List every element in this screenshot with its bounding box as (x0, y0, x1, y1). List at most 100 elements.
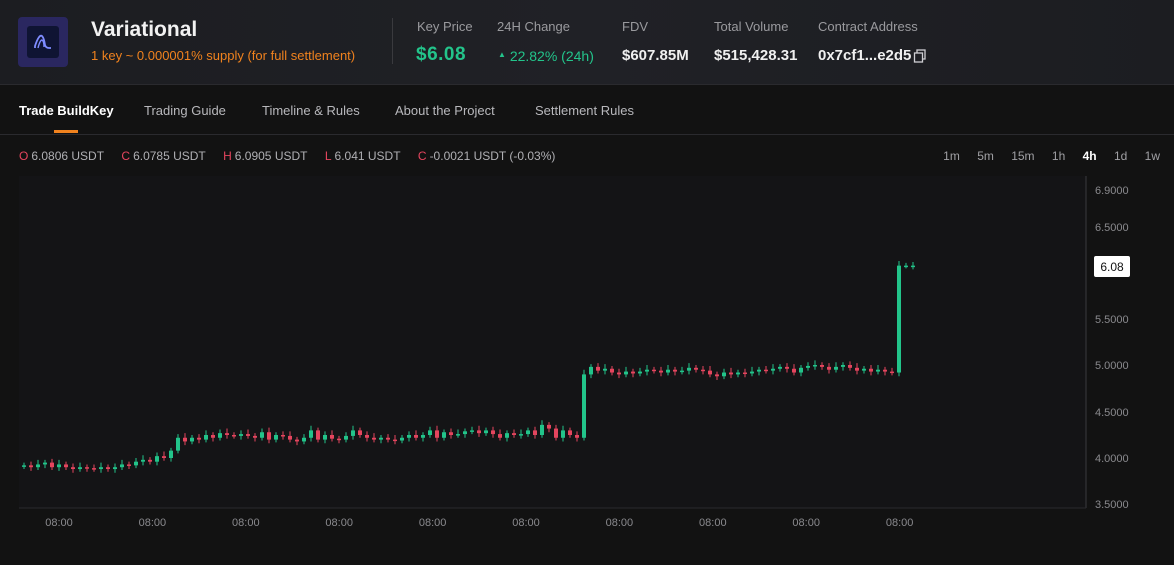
candle (715, 374, 719, 377)
key-price-label: Key Price (417, 19, 473, 34)
tab-trade-buildkey[interactable]: Trade BuildKey (19, 103, 114, 118)
header: Variational 1 key ~ 0.000001% supply (fo… (0, 0, 1174, 85)
candle (540, 424, 544, 435)
interval-1m[interactable]: 1m (943, 149, 960, 163)
interval-4h[interactable]: 4h (1083, 149, 1097, 163)
tab-trading-guide[interactable]: Trading Guide (144, 103, 226, 118)
candle (50, 462, 54, 468)
candle (631, 371, 635, 374)
y-tick-label: 3.5000 (1095, 499, 1129, 511)
project-title: Variational (91, 18, 198, 41)
candle (400, 437, 404, 441)
volume-label: Total Volume (714, 19, 789, 34)
candle (120, 464, 124, 468)
candle (722, 372, 726, 377)
candle (708, 370, 712, 375)
candle (155, 456, 159, 462)
contract-label: Contract Address (818, 19, 918, 34)
x-tick-label: 08:00 (792, 517, 820, 529)
candle (463, 431, 467, 435)
candle (267, 432, 271, 440)
candle (911, 265, 915, 268)
candle (638, 371, 642, 374)
ohlc-close: C 6.0785 USDT (121, 149, 206, 163)
candle (680, 370, 684, 373)
candle (498, 434, 502, 438)
candle (890, 371, 894, 374)
tab-settlement-rules[interactable]: Settlement Rules (535, 103, 634, 118)
candle (799, 367, 803, 373)
candle (610, 368, 614, 373)
candle (505, 433, 509, 438)
copy-icon[interactable] (913, 49, 927, 63)
candle (568, 430, 572, 435)
candle (813, 365, 817, 367)
candle (260, 432, 264, 438)
candle (197, 437, 201, 440)
tab-timeline-rules[interactable]: Timeline & Rules (262, 103, 360, 118)
candle (848, 365, 852, 368)
candle (554, 428, 558, 438)
interval-selector: 1m 5m 15m 1h 4h 1d 1w (929, 149, 1160, 163)
candle (666, 369, 670, 373)
candle (127, 464, 131, 466)
contract-value: 0x7cf1...e2d5 (818, 47, 912, 64)
x-tick-label: 08:00 (419, 517, 447, 529)
candle (148, 459, 152, 462)
candle (603, 368, 607, 371)
candle (302, 437, 306, 442)
candle (673, 369, 677, 372)
y-tick-label: 6.5000 (1095, 222, 1129, 234)
y-tick-label: 4.0000 (1095, 453, 1129, 465)
candle (582, 374, 586, 438)
candle (743, 372, 747, 375)
candle (421, 435, 425, 438)
candle (169, 450, 173, 458)
interval-1h[interactable]: 1h (1052, 149, 1065, 163)
candle (253, 435, 257, 438)
y-tick-label: 6.9000 (1095, 185, 1129, 197)
y-tick-label: 4.5000 (1095, 407, 1129, 419)
candle (484, 430, 488, 434)
tab-about-project[interactable]: About the Project (395, 103, 495, 118)
candle (645, 369, 649, 372)
candle (428, 430, 432, 435)
candle (659, 370, 663, 373)
fdv-value: $607.85M (622, 47, 689, 64)
interval-15m[interactable]: 15m (1011, 149, 1034, 163)
candle (22, 465, 26, 467)
candle (344, 435, 348, 440)
candle (764, 369, 768, 372)
candlestick-chart[interactable]: 6.9000 6.5000 5.5000 5.0000 4.5000 4.0000 3.50… (19, 176, 1154, 562)
candle (449, 432, 453, 435)
x-axis-ticks: 08:00 08:00 08:00 08:00 08:00 08:00 08:00 08:00… (45, 517, 913, 529)
interval-1w[interactable]: 1w (1145, 149, 1160, 163)
candle (239, 434, 243, 436)
candle (701, 369, 705, 372)
candle (92, 468, 96, 470)
active-tab-indicator (54, 130, 78, 133)
candle (778, 366, 782, 369)
candle (687, 367, 691, 371)
candle (407, 435, 411, 438)
candle (204, 435, 208, 440)
candle (561, 430, 565, 438)
interval-1d[interactable]: 1d (1114, 149, 1127, 163)
candle (729, 372, 733, 375)
change-value-text: 22.82% (24h) (509, 48, 594, 64)
candle (274, 435, 278, 440)
interval-5m[interactable]: 5m (977, 149, 994, 163)
candle (533, 430, 537, 435)
change-value: ▲ 22.82% (24h) (498, 48, 594, 64)
x-tick-label: 08:00 (45, 517, 73, 529)
candle (855, 367, 859, 371)
candle (29, 465, 33, 468)
candle (512, 433, 516, 435)
candle (820, 365, 824, 367)
candle (806, 365, 810, 368)
plot-area (19, 176, 1086, 508)
candle (834, 366, 838, 370)
candle (652, 369, 656, 372)
candle (295, 439, 299, 442)
candle (358, 430, 362, 435)
